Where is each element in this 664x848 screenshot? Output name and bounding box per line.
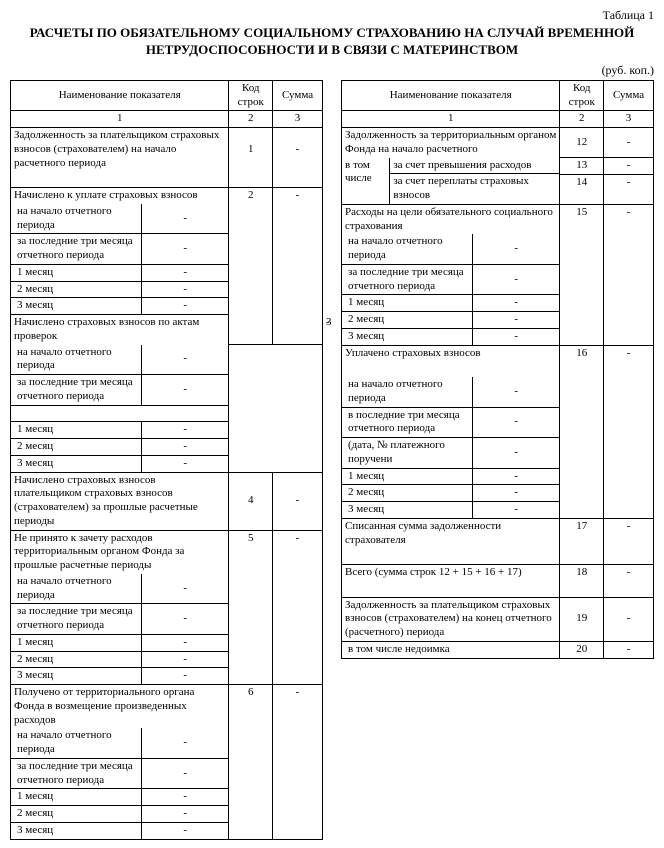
row-sum: - [273,188,323,345]
row-code: 15 [560,204,604,345]
row-code: 1 [229,128,273,172]
subrow-last3: за последние три месяца отчетного период… [11,234,141,264]
units-label: (руб. коп.) [10,63,654,78]
subrow-overpay: за счет переплаты страховых взносов [390,174,560,204]
subrow-m3: 3 месяц [11,298,141,314]
col-sum-header: Сумма [604,80,654,111]
table-row: Начислено к уплате страховых взносов 2 - [11,188,323,204]
col-code-header: Код строк [560,80,604,111]
dateno-label: (дата, № платежного поручени [342,438,472,468]
table-row: Всего (сумма строк 12 + 15 + 16 + 17) 18… [342,565,654,581]
row-code: 4 [229,472,273,530]
table-row: Задолженность за территориальным органом… [342,128,654,158]
table-row: Уплачено страховых взносов 16 - [342,345,654,361]
subrow-m1: 1 месяц [11,265,141,281]
table-row: Не принято к зачету расходов территориал… [11,530,323,574]
table-row: Задолженность за плательщиком страховых … [11,128,323,172]
table-row: Получено от территориального органа Фонд… [11,685,323,729]
row-code: 5 [229,530,273,685]
col-num-2: 2 [229,111,273,128]
row-code: 6 [229,685,273,840]
col-num-1: 1 [342,111,560,128]
row-code: 2 [229,188,273,345]
row-sum: - [604,204,654,345]
row-code: 12 [560,128,604,158]
col-name-header: Наименование показателя [11,80,229,111]
subrow-val: - [141,204,228,234]
row-sum: - [273,472,323,530]
row-name: Получено от территориального органа Фонд… [11,685,229,729]
row-name: Начислено к уплате страховых взносов [11,188,229,204]
row-code: 16 [560,345,604,518]
row-name: Расходы на цели обязательного социальног… [342,204,560,234]
title-line-2: НЕТРУДОСПОСОБНОСТИ И В СВЯЗИ С МАТЕРИНСТ… [146,42,518,57]
table-row: в том числе недоимка 20 - [342,641,654,658]
row-name: Начислено страховых взносов плательщиком… [11,472,229,530]
subrow-overexp: за счет превышения расходов [390,158,560,174]
page-title: РАСЧЕТЫ ПО ОБЯЗАТЕЛЬНОМУ СОЦИАЛЬНОМУ СТР… [10,25,654,59]
col-num-2: 2 [560,111,604,128]
row-name: в том числе недоимка [342,641,560,658]
table-row: Начислено страховых взносов плательщиком… [11,472,323,530]
col-num-3: 3 [604,111,654,128]
subrow-m2: 2 месяц [11,282,141,298]
row-sum: - [604,128,654,158]
col-num-3: 3 [273,111,323,128]
table-row: Списанная сумма задолженности страховате… [342,518,654,548]
row-sum: - [273,530,323,685]
col-num-1: 1 [11,111,229,128]
row-sum: - [273,685,323,840]
row-name: Не принято к зачету расходов территориал… [11,530,229,574]
row-name: Задолженность за плательщиком страховых … [11,128,229,172]
row-name: Задолженность за плательщиком страховых … [342,597,560,641]
table-row: Задолженность за плательщиком страховых … [342,597,654,641]
row-name: Начислено страховых взносов по актам про… [11,315,229,345]
table-row: Расходы на цели обязательного социальног… [342,204,654,234]
col-sum-header: Сумма [273,80,323,111]
row-name: Списанная сумма задолженности страховате… [342,518,560,548]
right-table: Наименование показателя Код строк Сумма … [341,80,654,659]
col-code-header: Код строк [229,80,273,111]
col-name-header: Наименование показателя [342,80,560,111]
left-table: Наименование показателя Код строк Сумма … [10,80,323,840]
vtom-label: в том числе [342,158,390,204]
row-sum: - [273,128,323,172]
row-sum: - [604,345,654,518]
table-number-label: Таблица 1 [10,8,654,23]
row-name: Задолженность за территориальным органом… [342,128,560,158]
title-line-1: РАСЧЕТЫ ПО ОБЯЗАТЕЛЬНОМУ СОЦИАЛЬНОМУ СТР… [30,25,635,40]
row-name: Уплачено страховых взносов [342,345,560,361]
subrow-val: - [141,234,228,264]
row-name: Всего (сумма строк 12 + 15 + 16 + 17) [342,565,560,581]
subrow-begin: на начало отчетного периода [11,204,141,234]
